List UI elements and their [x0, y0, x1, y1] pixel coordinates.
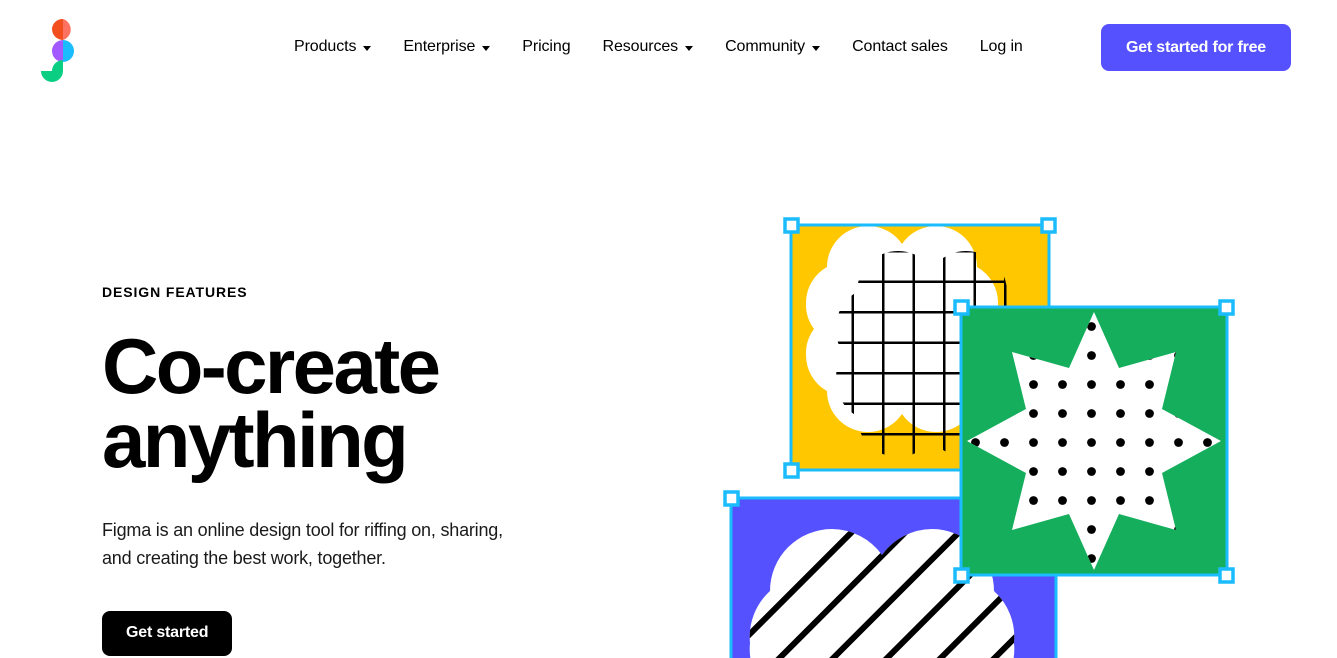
- nav-item-community[interactable]: Community: [713, 32, 832, 62]
- handle-bottom-right[interactable]: [1218, 567, 1235, 584]
- handle-bottom-left[interactable]: [953, 567, 970, 584]
- nav-item-label: Contact sales: [852, 38, 948, 55]
- green-star-dots-card[interactable]: [953, 299, 1235, 584]
- chevron-down-icon: [482, 45, 491, 51]
- hero-description: Figma is an online design tool for riffi…: [102, 517, 572, 573]
- nav-item-pricing[interactable]: Pricing: [510, 32, 582, 62]
- handle-top-left[interactable]: [723, 490, 740, 507]
- nav-item-label: Products: [294, 38, 357, 55]
- nav-item-label: Resources: [602, 38, 679, 55]
- get-started-for-free-button[interactable]: Get started for free: [1100, 24, 1291, 71]
- site-header: Products Enterprise Pricing Resources Co…: [0, 0, 1337, 94]
- nav-item-log-in[interactable]: Log in: [968, 32, 1035, 62]
- get-started-button[interactable]: Get started: [102, 610, 233, 656]
- headline-line-2: anything: [102, 395, 409, 484]
- figma-canvas-shapes-illustration: [700, 196, 1337, 658]
- figma-logo-icon: [41, 19, 74, 82]
- primary-navigation: Products Enterprise Pricing Resources Co…: [282, 0, 1035, 94]
- handle-top-left[interactable]: [783, 217, 800, 234]
- handle-top-left[interactable]: [953, 299, 970, 316]
- description-line-1: Figma is an online design tool for riffi…: [102, 519, 503, 540]
- chevron-down-icon: [685, 45, 694, 51]
- figma-logo-link[interactable]: [41, 19, 85, 83]
- shapes-artboard: [723, 217, 1235, 658]
- nav-item-resources[interactable]: Resources: [591, 32, 706, 62]
- handle-bottom-left[interactable]: [783, 462, 800, 479]
- chevron-down-icon: [812, 45, 821, 51]
- nav-item-contact-sales[interactable]: Contact sales: [840, 32, 960, 62]
- eyebrow-label: DESIGN FEATURES: [102, 284, 248, 300]
- handle-top-right[interactable]: [1218, 299, 1235, 316]
- nav-item-products[interactable]: Products: [282, 32, 383, 62]
- hero-content: DESIGN FEATURES Co-create anything Figma…: [102, 284, 622, 656]
- nav-item-enterprise[interactable]: Enterprise: [391, 32, 502, 62]
- nav-item-label: Pricing: [522, 38, 571, 55]
- nav-item-label: Log in: [979, 38, 1023, 55]
- nav-item-label: Enterprise: [403, 38, 476, 55]
- description-line-2: and creating the best work, together.: [102, 547, 386, 568]
- nav-item-label: Community: [725, 38, 806, 55]
- selection-handles[interactable]: [723, 490, 740, 507]
- page-title: Co-create anything: [102, 327, 622, 479]
- handle-top-right[interactable]: [1040, 217, 1057, 234]
- chevron-down-icon: [363, 45, 372, 51]
- figma-landing-page: Products Enterprise Pricing Resources Co…: [0, 0, 1337, 658]
